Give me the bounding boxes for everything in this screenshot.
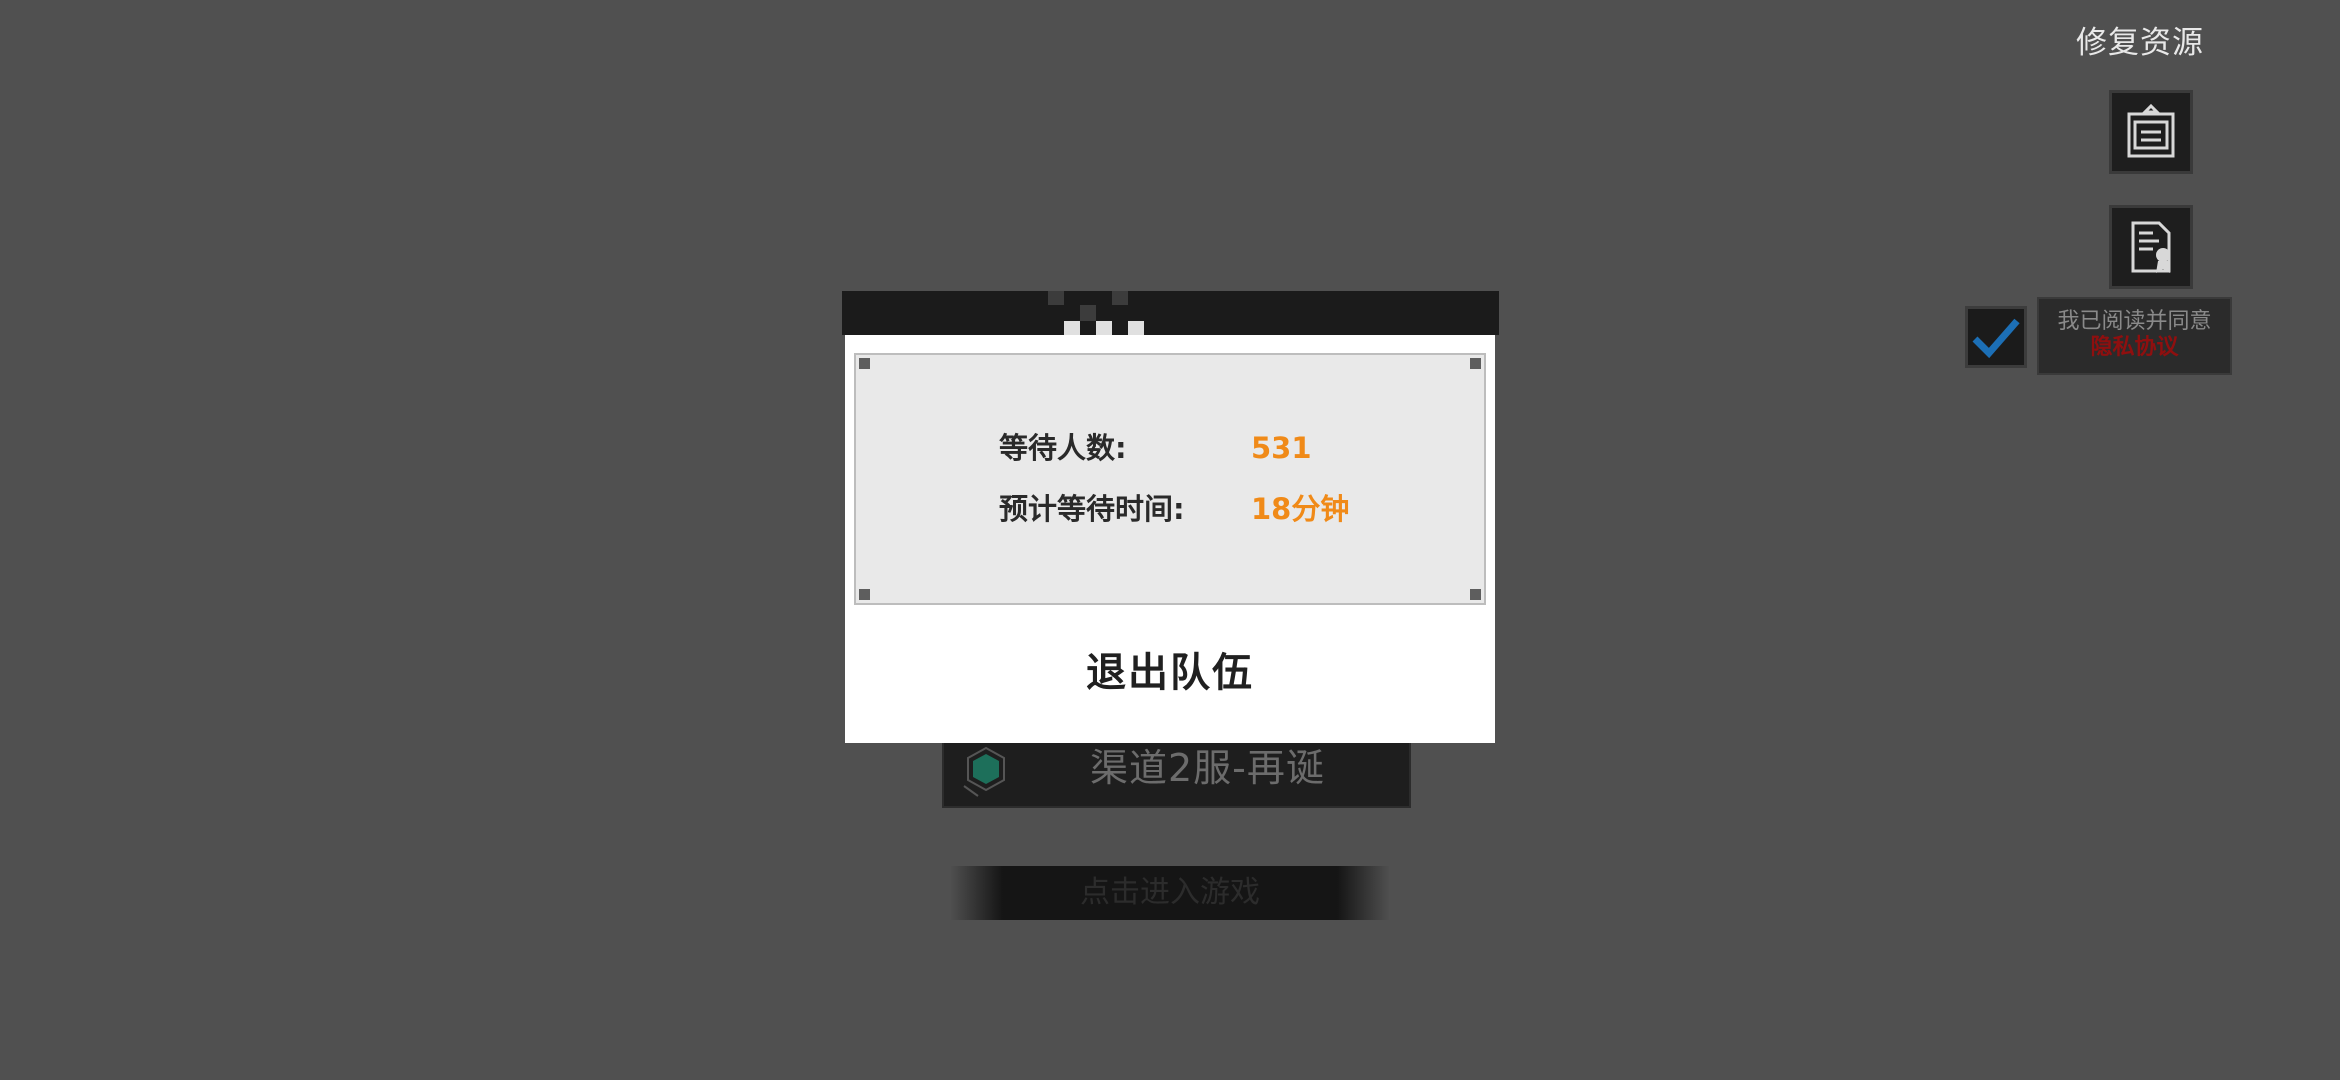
waiting-count-value: 531 <box>1251 431 1312 465</box>
agreement-checkbox[interactable] <box>1965 306 2027 368</box>
estimated-time-label: 预计等待时间: <box>999 492 1185 526</box>
header-pixel <box>1112 291 1128 305</box>
enter-game-button[interactable]: 点击进入游戏 <box>950 866 1390 920</box>
waiting-count-label: 等待人数: <box>999 431 1127 465</box>
header-pixel <box>1080 305 1096 321</box>
hexagon-server-icon <box>963 746 1005 797</box>
panel-corner <box>859 589 870 600</box>
agreement-text: 我已阅读并同意 <box>2057 309 2212 334</box>
repair-resources-button[interactable]: 修复资源 <box>2060 18 2220 68</box>
queue-info-panel: 等待人数: 531 预计等待时间: 18分钟 <box>854 353 1486 605</box>
panel-corner <box>1470 358 1481 369</box>
header-pixel <box>1064 321 1080 335</box>
privacy-policy-link[interactable]: 隐私协议 <box>2039 335 2230 361</box>
exit-queue-button[interactable]: 退出队伍 <box>845 625 1495 721</box>
queue-dialog: 等待人数: 531 预计等待时间: 18分钟 退出队伍 <box>845 335 1495 743</box>
header-pixel <box>1096 321 1112 335</box>
certificate-icon <box>2131 221 2171 273</box>
estimated-time-value: 18分钟 <box>1251 492 1350 526</box>
dialog-header <box>842 291 1499 335</box>
notice-board-icon <box>2127 103 2175 158</box>
notice-button[interactable] <box>2109 90 2193 174</box>
login-screen: 修复资源 我已阅读并同意 隐私协议 渠道2服-再诞 点击进入游戏 等待人数: 5… <box>0 0 2340 1080</box>
checkmark-icon <box>1972 318 2020 359</box>
header-pixel <box>1128 321 1144 335</box>
certificate-button[interactable] <box>2109 205 2193 289</box>
panel-corner <box>859 358 870 369</box>
header-pixel <box>1048 291 1064 305</box>
panel-corner <box>1470 589 1481 600</box>
agreement-notice: 我已阅读并同意 隐私协议 <box>2037 297 2232 375</box>
